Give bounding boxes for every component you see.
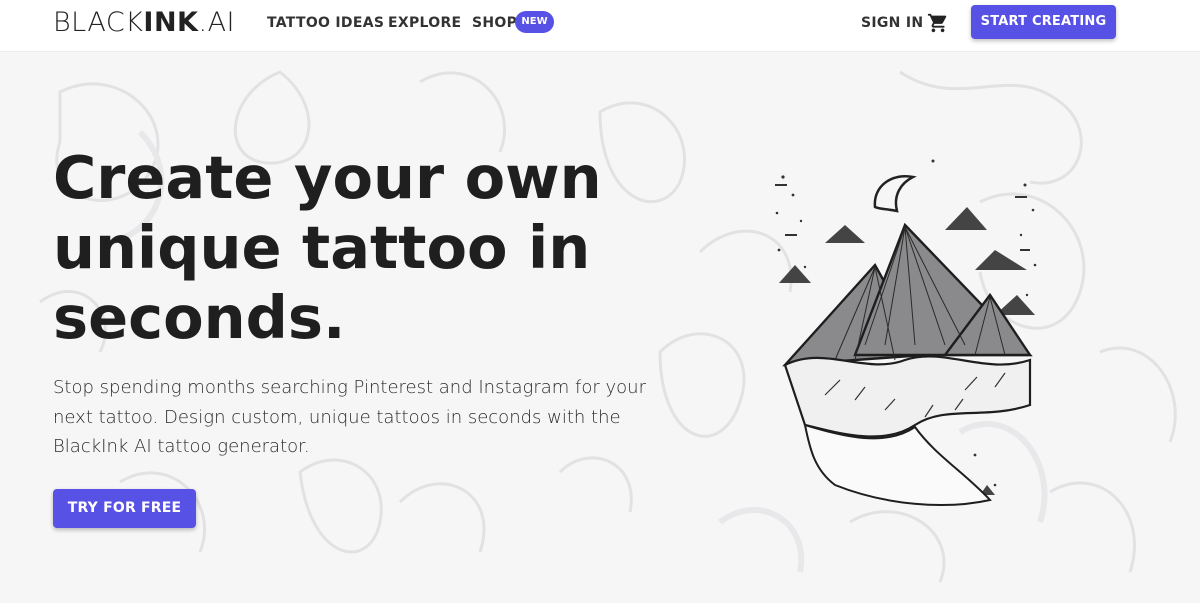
cart-icon[interactable]: [927, 12, 949, 34]
site-header: BLACKINK.AI TATTOO IDEAS EXPLORE SHOP NE…: [0, 0, 1200, 52]
nav-explore[interactable]: EXPLORE: [388, 15, 461, 31]
sign-in-link[interactable]: SIGN IN: [861, 15, 923, 31]
new-badge: NEW: [515, 11, 554, 33]
nav-tattoo-ideas[interactable]: TATTOO IDEAS: [267, 15, 384, 31]
nav-shop[interactable]: SHOP: [472, 15, 517, 31]
mountain-tattoo-illustration: [775, 159, 1037, 506]
try-for-free-button[interactable]: TRY FOR FREE: [53, 489, 196, 528]
logo[interactable]: BLACKINK.AI: [53, 7, 235, 38]
hero-headline: Create your own unique tattoo in seconds…: [53, 143, 602, 352]
hero-subtext: Stop spending months searching Pinterest…: [53, 377, 646, 457]
start-creating-button[interactable]: START CREATING: [971, 5, 1116, 39]
